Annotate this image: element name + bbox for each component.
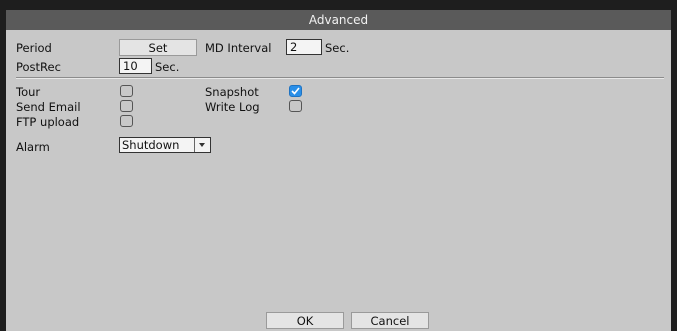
cancel-button[interactable]: Cancel — [351, 312, 429, 329]
period-set-button[interactable]: Set — [119, 39, 197, 56]
ok-button[interactable]: OK — [266, 312, 344, 329]
checkmark-icon — [291, 87, 300, 95]
md-interval-input[interactable]: 2 — [286, 39, 322, 55]
period-label: Period — [16, 41, 52, 55]
md-interval-unit: Sec. — [325, 41, 350, 55]
postrec-unit: Sec. — [155, 60, 180, 74]
postrec-input[interactable]: 10 — [119, 58, 152, 74]
postrec-label: PostRec — [16, 60, 61, 74]
ftp-upload-checkbox[interactable] — [120, 115, 133, 127]
ftp-upload-label: FTP upload — [16, 115, 80, 129]
write-log-label: Write Log — [205, 100, 260, 114]
tour-checkbox[interactable] — [120, 85, 133, 97]
snapshot-checkbox[interactable] — [289, 85, 302, 97]
dialog-title: Advanced — [6, 10, 671, 30]
send-email-checkbox[interactable] — [120, 100, 133, 112]
alarm-select-value: Shutdown — [122, 138, 180, 152]
send-email-label: Send Email — [16, 100, 81, 114]
write-log-checkbox[interactable] — [289, 100, 302, 112]
snapshot-label: Snapshot — [205, 85, 259, 99]
chevron-down-icon[interactable] — [194, 138, 210, 152]
alarm-select[interactable]: Shutdown — [119, 137, 211, 153]
alarm-label: Alarm — [16, 140, 50, 154]
md-interval-label: MD Interval — [205, 41, 272, 55]
advanced-dialog: Advanced Period Set MD Interval 2 Sec. P… — [6, 10, 671, 331]
tour-label: Tour — [16, 85, 41, 99]
section-divider-highlight — [16, 78, 664, 79]
